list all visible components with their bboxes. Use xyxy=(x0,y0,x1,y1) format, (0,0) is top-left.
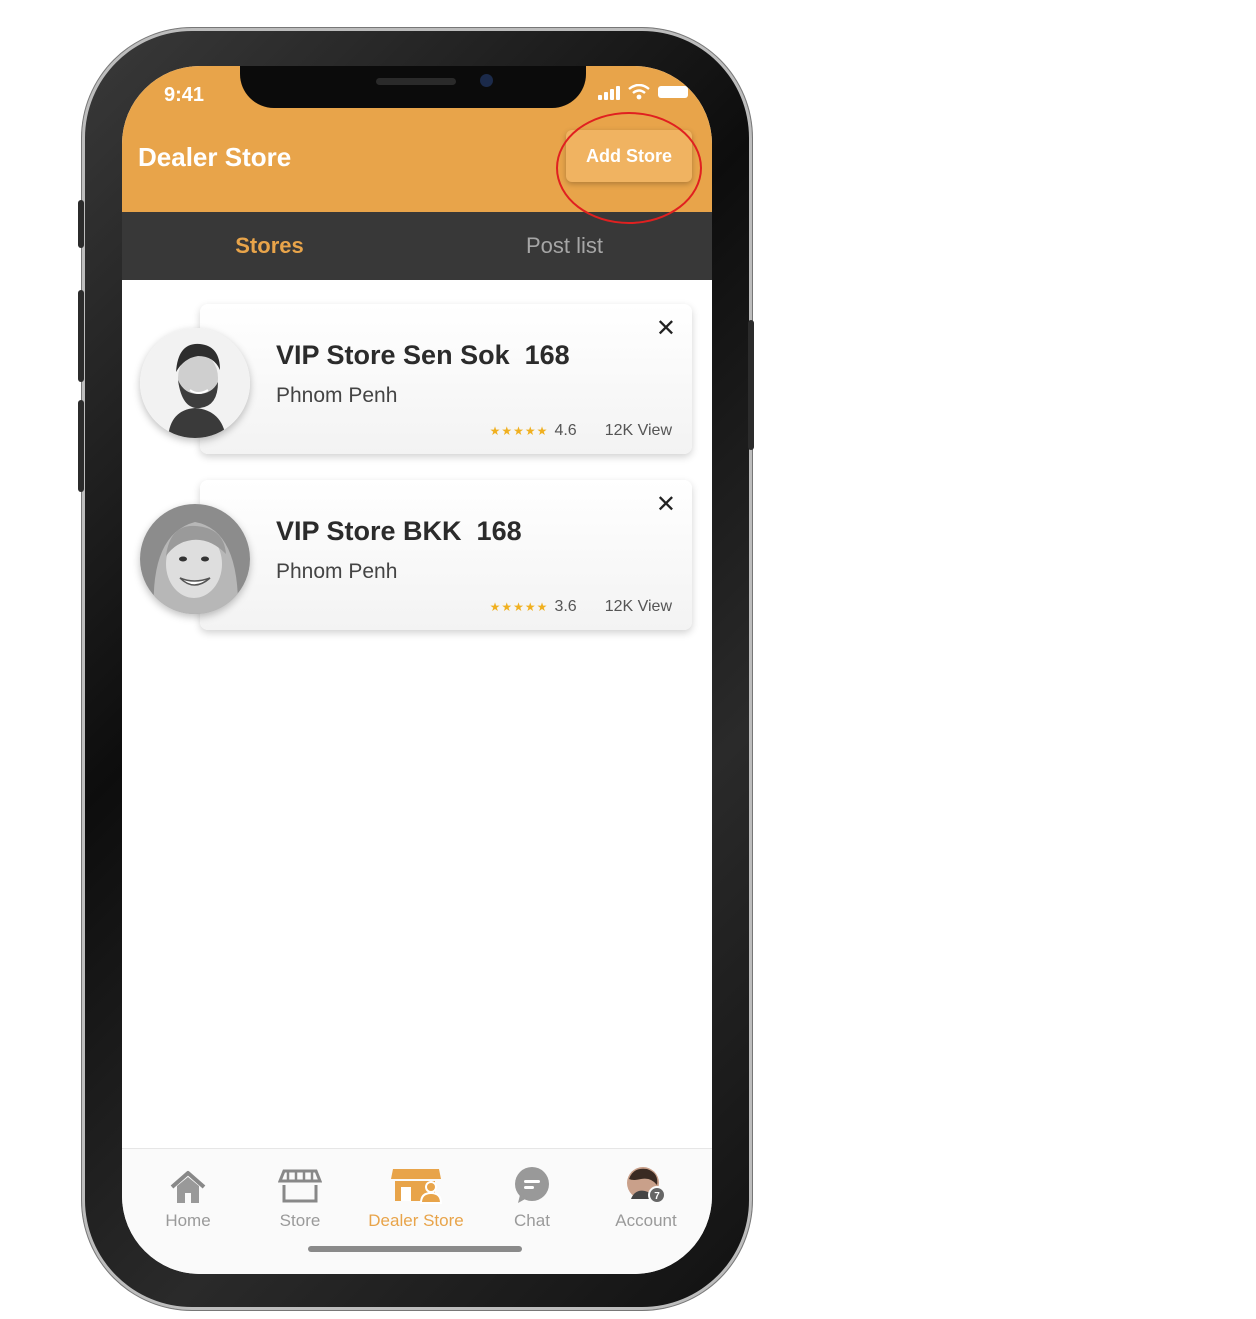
avatar xyxy=(140,328,250,438)
status-time: 9:41 xyxy=(164,84,205,106)
bottom-nav: Home Store Dealer Store Chat 7 Account xyxy=(122,1148,712,1274)
store-meta: ★★★★★ 3.6 12K View xyxy=(490,598,672,616)
store-location: Phnom Penh xyxy=(276,560,398,583)
nav-home[interactable]: Home xyxy=(130,1161,246,1231)
page-title: Dealer Store xyxy=(138,142,292,172)
signal-icon xyxy=(598,84,620,100)
store-card[interactable]: ✕ VIP Store Sen Sok 168 Phnom Penh ★★★★★… xyxy=(200,304,692,454)
store-views: 12K View xyxy=(604,422,672,439)
rating-stars-icon: ★★★★★ xyxy=(489,600,549,614)
nav-store-label: Store xyxy=(279,1211,321,1230)
phone-side-button xyxy=(78,200,84,248)
store-location: Phnom Penh xyxy=(276,384,398,407)
nav-home-label: Home xyxy=(165,1211,211,1230)
avatar xyxy=(140,504,250,614)
phone-volume-down-button xyxy=(78,400,84,492)
speaker-grille xyxy=(376,78,456,85)
app-screen: 9:41 Dealer Store Add Store Stores Post … xyxy=(122,66,712,1274)
battery-icon xyxy=(658,86,688,98)
nav-chat[interactable]: Chat xyxy=(474,1161,590,1231)
store-views: 12K View xyxy=(604,598,672,615)
store-name: VIP Store BKK 168 xyxy=(276,516,522,546)
store-icon xyxy=(278,1169,322,1203)
store-rating: 3.6 xyxy=(554,598,577,615)
nav-chat-label: Chat xyxy=(514,1211,550,1230)
status-icons xyxy=(598,84,688,100)
nav-account[interactable]: 7 Account xyxy=(588,1161,704,1231)
store-rating: 4.6 xyxy=(554,422,577,439)
nav-account-label: Account xyxy=(615,1211,677,1230)
home-icon xyxy=(170,1171,206,1203)
nav-store[interactable]: Store xyxy=(242,1161,358,1231)
front-camera xyxy=(480,74,493,87)
store-name: VIP Store Sen Sok 168 xyxy=(276,340,570,370)
tab-post-list[interactable]: Post list xyxy=(417,212,712,280)
home-indicator xyxy=(308,1246,522,1252)
account-badge: 7 xyxy=(654,1191,660,1202)
tab-stores[interactable]: Stores xyxy=(122,212,417,280)
store-meta: ★★★★★ 4.6 12K View xyxy=(490,422,672,440)
chat-icon xyxy=(515,1167,549,1203)
close-icon[interactable]: ✕ xyxy=(656,490,676,519)
phone-volume-up-button xyxy=(78,290,84,382)
wifi-icon xyxy=(628,84,650,100)
dealer-store-icon xyxy=(391,1169,443,1204)
man-avatar-icon xyxy=(140,328,250,438)
phone-power-button xyxy=(748,320,754,450)
account-avatar-icon: 7 xyxy=(627,1167,666,1204)
rating-stars-icon: ★★★★★ xyxy=(489,424,549,438)
highlight-annotation xyxy=(556,112,702,224)
store-card[interactable]: ✕ VIP Store BKK 168 Phnom Penh ★★★★★ 3.6… xyxy=(200,480,692,630)
close-icon[interactable]: ✕ xyxy=(656,314,676,343)
nav-dealer-store-label: Dealer Store xyxy=(368,1211,464,1230)
nav-dealer-store[interactable]: Dealer Store xyxy=(358,1161,474,1231)
phone-notch xyxy=(240,66,586,108)
woman-avatar-icon xyxy=(140,504,250,614)
